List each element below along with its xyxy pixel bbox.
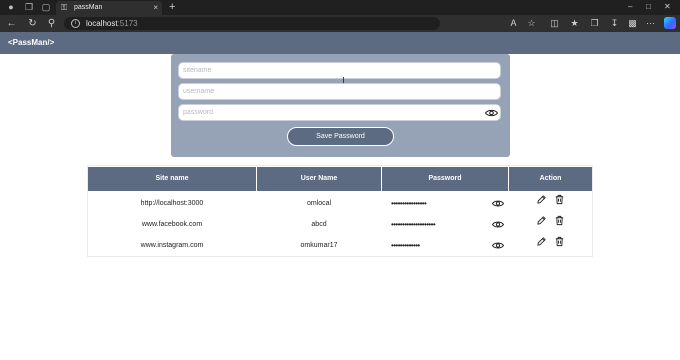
- header-user-name: User Name: [257, 167, 381, 191]
- app-logo: <PassMan/>: [8, 38, 55, 47]
- site-input[interactable]: [178, 62, 501, 79]
- tab-title: passMan: [74, 4, 103, 11]
- collections-icon[interactable]: ❐: [589, 18, 600, 29]
- username-input[interactable]: [178, 83, 501, 100]
- downloads-icon[interactable]: ↧: [609, 18, 620, 29]
- delete-icon[interactable]: [554, 236, 565, 247]
- back-icon[interactable]: ←: [6, 18, 17, 29]
- workspaces-icon[interactable]: ❐: [24, 2, 34, 12]
- reveal-password-icon[interactable]: [492, 220, 504, 229]
- url-host: localhost: [86, 19, 118, 28]
- url-port: :5173: [117, 19, 138, 28]
- close-tab-icon[interactable]: ×: [153, 3, 158, 13]
- reveal-password-icon[interactable]: [492, 199, 504, 208]
- row-password: ••••••••••••••••••••: [391, 220, 436, 229]
- edit-icon[interactable]: [536, 215, 547, 226]
- browser-toolbar: ← ↻ ⚲ i localhost:5173 A ☆ ◫ ★ ❐ ↧ ▩ ⋯: [0, 15, 680, 32]
- header-password: Password: [382, 167, 508, 191]
- maximize-icon[interactable]: □: [646, 1, 651, 13]
- minimize-icon[interactable]: –: [628, 1, 632, 13]
- copilot-icon[interactable]: [664, 17, 676, 29]
- save-password-button[interactable]: Save Password: [287, 127, 394, 146]
- site-info-icon[interactable]: i: [71, 19, 80, 28]
- browser-tab-bar: ● ❐ ▢ ⚿ passMan × + – □ ✕: [0, 0, 680, 15]
- header-action: Action: [509, 167, 592, 191]
- extensions-icon[interactable]: ▩: [627, 18, 638, 29]
- reveal-password-icon[interactable]: [492, 241, 504, 250]
- tab-actions-icon[interactable]: ▢: [41, 2, 51, 12]
- row-site: www.facebook.com: [141, 221, 203, 228]
- search-icon[interactable]: ⚲: [46, 18, 57, 29]
- delete-icon[interactable]: [554, 194, 565, 205]
- new-tab-button[interactable]: +: [169, 1, 175, 13]
- favorites-icon[interactable]: ★: [569, 18, 580, 29]
- settings-icon[interactable]: ⋯: [645, 18, 656, 29]
- refresh-icon[interactable]: ↻: [27, 18, 38, 29]
- show-password-icon[interactable]: [485, 108, 498, 118]
- header-site-name: Site name: [88, 167, 256, 191]
- address-bar[interactable]: i localhost:5173: [64, 17, 440, 30]
- split-screen-icon[interactable]: ◫: [549, 18, 560, 29]
- password-input[interactable]: [178, 104, 501, 121]
- url-text: localhost:5173: [86, 18, 138, 29]
- row-password: •••••••••••••: [391, 241, 420, 250]
- profile-icon[interactable]: ●: [6, 2, 16, 12]
- edit-icon[interactable]: [536, 194, 547, 205]
- read-aloud-icon[interactable]: A: [508, 18, 519, 29]
- text-cursor: [343, 77, 344, 83]
- row-site: http://localhost:3000: [140, 200, 204, 207]
- row-user: omkumar17: [300, 242, 338, 249]
- edit-icon[interactable]: [536, 236, 547, 247]
- favorite-icon[interactable]: ☆: [526, 18, 537, 29]
- key-icon: ⚿: [61, 3, 68, 12]
- row-site: www.instagram.com: [140, 242, 204, 249]
- row-user: omlocal: [306, 200, 332, 207]
- row-user: abcd: [311, 221, 327, 228]
- browser-tab[interactable]: ⚿ passMan ×: [56, 1, 162, 15]
- delete-icon[interactable]: [554, 215, 565, 226]
- window-close-icon[interactable]: ✕: [664, 1, 671, 13]
- row-password: ••••••••••••••••: [391, 199, 427, 208]
- app-navbar: <PassMan/>: [0, 32, 680, 54]
